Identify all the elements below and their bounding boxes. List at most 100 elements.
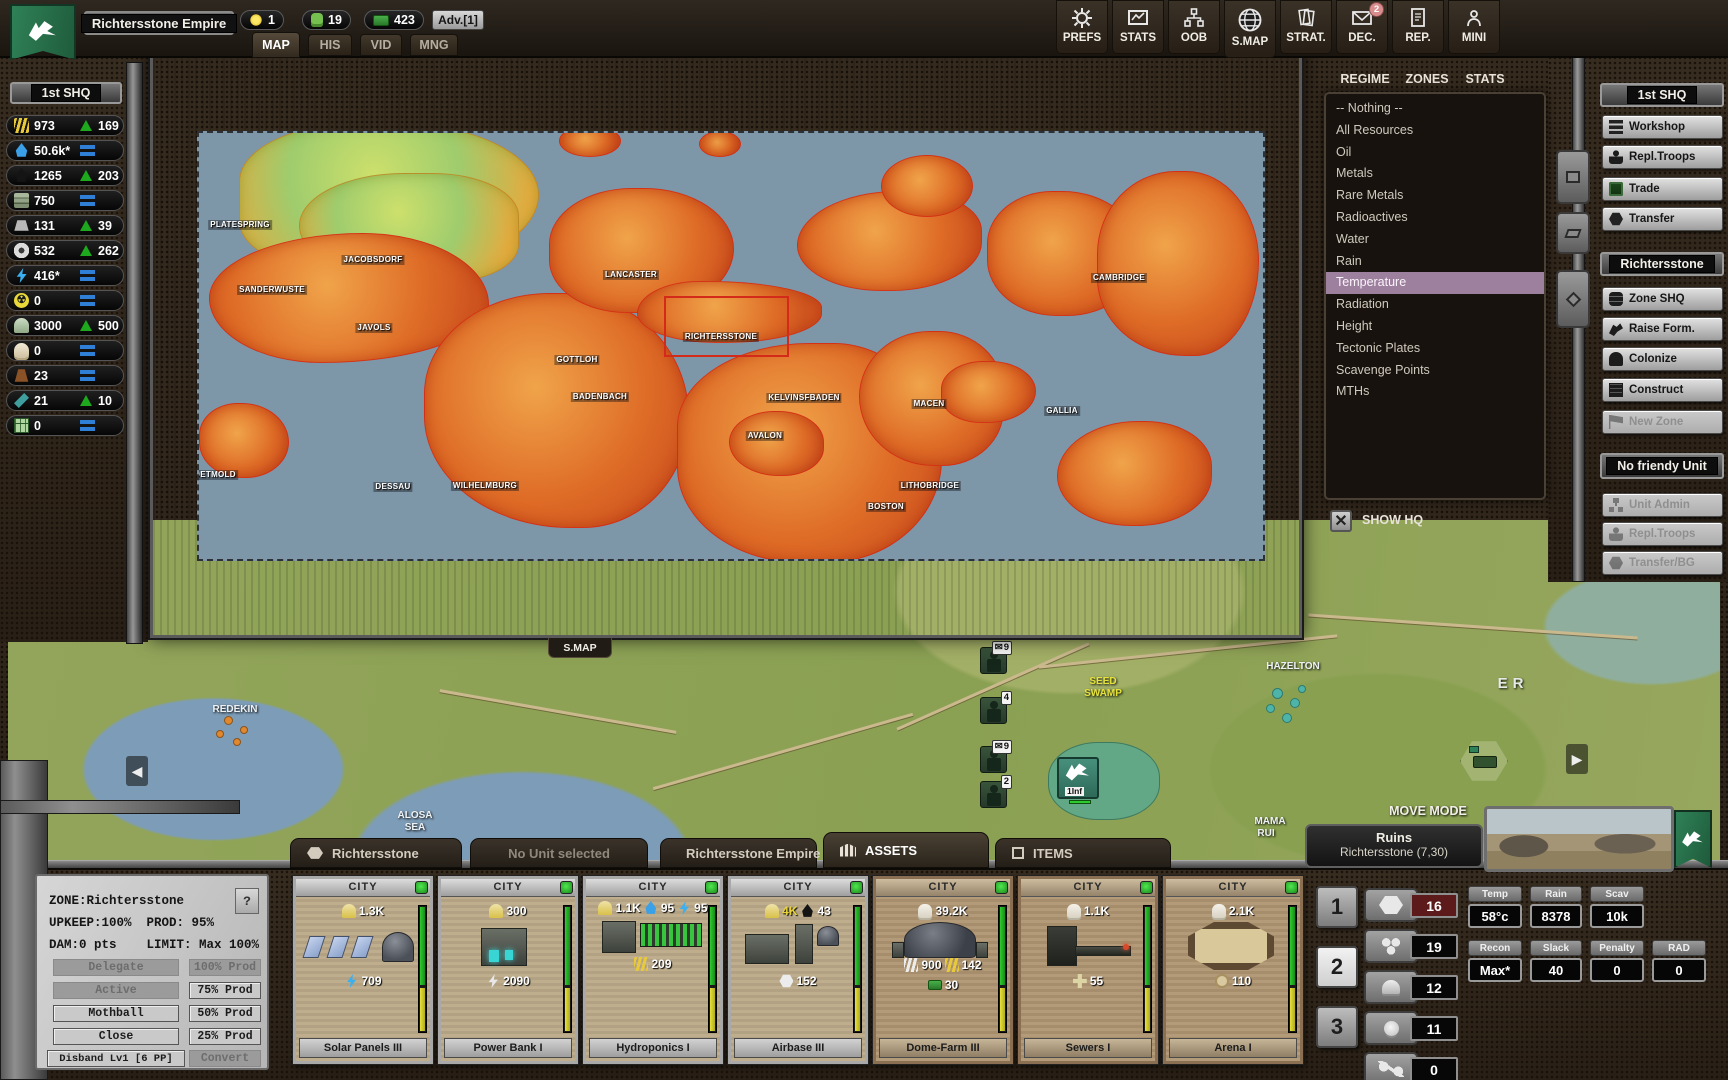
city-label[interactable]: MACEN — [912, 399, 947, 409]
overlay-option[interactable]: -- Nothing -- — [1326, 98, 1544, 120]
mothball-button[interactable]: Mothball — [53, 1005, 179, 1022]
tab-map[interactable]: MAP — [252, 32, 300, 58]
overlay-option[interactable]: Radioactives — [1326, 207, 1544, 229]
tab-mng[interactable]: MNG — [410, 34, 458, 56]
resource-row-food[interactable]: 973169 — [6, 115, 124, 136]
city-label[interactable]: KELVINSFBADEN — [766, 393, 841, 403]
stats-button[interactable]: STATS — [1112, 0, 1164, 54]
hex-level-1-button[interactable]: 1 — [1316, 886, 1358, 928]
overlay-option[interactable]: Height — [1326, 316, 1544, 338]
city-label[interactable]: JACOBSDORF — [341, 255, 404, 265]
city-label[interactable]: JAVOLS — [355, 323, 392, 333]
disband-button[interactable]: Disband Lv1 [6 PP] — [47, 1050, 185, 1067]
overlay-option[interactable]: Oil — [1326, 142, 1544, 164]
transfer-bg-button[interactable]: Transfer/BG — [1602, 551, 1723, 575]
infantry-unit[interactable]: 4 — [980, 697, 1007, 724]
city-label[interactable]: BADENBACH — [571, 392, 629, 402]
hex-level-3-button[interactable]: 3 — [1316, 1006, 1358, 1048]
resource-row-water[interactable]: 50.6k* — [6, 140, 124, 161]
tab-stats[interactable]: STATS — [1460, 70, 1510, 88]
selected-wolf-unit[interactable]: 1Inf — [1057, 757, 1099, 799]
resource-row-recruits[interactable]: 3000500 — [6, 315, 124, 336]
infantry-unit[interactable]: 2 — [980, 781, 1007, 808]
tab-zones[interactable]: ZONES — [1402, 70, 1452, 88]
enemy-zone-unit[interactable] — [1460, 740, 1508, 782]
asset-card-arena[interactable]: CITY 2.1K 110 Arena I — [1163, 876, 1303, 1064]
overlay-option[interactable]: Tectonic Plates — [1326, 338, 1544, 360]
help-button[interactable]: ? — [235, 888, 259, 914]
overlay-option[interactable]: Rare Metals — [1326, 185, 1544, 207]
overlay-option[interactable]: Radiation — [1326, 294, 1544, 316]
empire-flag[interactable] — [10, 4, 76, 60]
smap-window-tab[interactable]: S.MAP — [548, 638, 612, 658]
close-button[interactable]: Close — [53, 1028, 179, 1045]
side-tab-dice[interactable] — [1556, 270, 1590, 328]
convert-button[interactable]: Convert — [189, 1050, 261, 1067]
city-label[interactable]: WILHELMBURG — [451, 481, 519, 491]
tab-his[interactable]: HIS — [308, 34, 352, 56]
resource-row-machines[interactable]: 532262 — [6, 240, 124, 261]
city-label[interactable]: AVALON — [746, 431, 784, 441]
city-label[interactable]: GOTTLOH — [554, 355, 599, 365]
city-label[interactable]: PLATESPRING — [208, 220, 272, 230]
side-tab-screen[interactable] — [1556, 150, 1590, 204]
construct-button[interactable]: Construct — [1602, 378, 1723, 402]
political-points-pill[interactable]: 1 — [240, 10, 284, 30]
new-zone-button[interactable]: New Zone — [1602, 410, 1723, 434]
resource-row-workers[interactable]: 2110 — [6, 390, 124, 411]
overlay-option[interactable]: MTHs — [1326, 381, 1544, 403]
overlay-option-selected[interactable]: Temperature — [1326, 272, 1544, 294]
overlay-option[interactable]: All Resources — [1326, 120, 1544, 142]
tab-items[interactable]: ITEMS — [995, 838, 1171, 868]
tab-regime[interactable]: REGIME — [1336, 70, 1394, 88]
replace-troops-button[interactable]: Repl.Troops — [1602, 145, 1723, 169]
trade-button[interactable]: Trade — [1602, 177, 1723, 201]
decisions-button[interactable]: DEC. 2 — [1336, 0, 1388, 54]
resource-row-rare-metal[interactable]: 13139 — [6, 215, 124, 236]
tab-empire[interactable]: Richtersstone Empire — [660, 838, 817, 868]
tab-no-unit[interactable]: No Unit selected — [470, 838, 648, 868]
prefs-button[interactable]: PREFS — [1056, 0, 1108, 54]
mini-map-button[interactable]: MINI — [1448, 0, 1500, 54]
city-label[interactable]: SANDERWUSTE — [237, 285, 307, 295]
hex-level-2-button[interactable]: 2 — [1316, 946, 1358, 988]
resource-row-metal[interactable]: 750 — [6, 190, 124, 211]
asset-card-sewers[interactable]: CITY 1.1K 55 Sewers I — [1018, 876, 1158, 1064]
resource-row-radioactives[interactable]: ☢0 — [6, 290, 124, 311]
zone-shq-button[interactable]: Zone SHQ — [1602, 287, 1723, 311]
asset-card-dome-farm[interactable]: CITY 39.2K 900 142 30 Dome-Farm III — [873, 876, 1013, 1064]
tab-zone-richtersstone[interactable]: Richtersstone — [290, 838, 462, 868]
raise-formation-button[interactable]: Raise Form. — [1602, 317, 1723, 341]
prod-50-button[interactable]: 50% Prod — [189, 1005, 261, 1022]
city-label[interactable]: LITHOBRIDGE — [899, 481, 961, 491]
tab-vid[interactable]: VID — [360, 34, 402, 56]
colonize-button[interactable]: Colonize — [1602, 347, 1723, 371]
infantry-unit[interactable]: ✉9 — [980, 746, 1007, 773]
credits-pill[interactable]: 423 — [364, 10, 424, 30]
transfer-button[interactable]: Transfer — [1602, 207, 1723, 231]
city-label[interactable]: BOSTON — [866, 502, 906, 512]
overlay-option[interactable]: Rain — [1326, 251, 1544, 273]
overlay-option[interactable]: Metals — [1326, 163, 1544, 185]
resource-row-energy[interactable]: 416* — [6, 265, 124, 286]
fate-points-pill[interactable]: 19 — [302, 10, 351, 30]
oob-button[interactable]: OOB — [1168, 0, 1220, 54]
scroll-left-arrow[interactable]: ◀ — [126, 756, 148, 786]
side-tab-layers[interactable] — [1556, 212, 1590, 254]
city-label[interactable]: GALLIA — [1044, 406, 1080, 416]
asset-card-solar-panels[interactable]: CITY 1.3K 709 Solar Panels III — [293, 876, 433, 1064]
delegate-button[interactable]: Delegate — [53, 959, 179, 976]
strategic-map[interactable]: PLATESPRING JACOBSDORF SANDERWUSTE LANCA… — [197, 131, 1265, 561]
city-label[interactable]: LANCASTER — [603, 270, 659, 280]
asset-card-hydroponics[interactable]: CITY 1.1K 95 95 209 Hydroponics I — [583, 876, 723, 1064]
asset-card-power-bank[interactable]: CITY 300 2090 Power Bank I — [438, 876, 578, 1064]
replace-troops-unit-button[interactable]: Repl.Troops — [1602, 522, 1723, 546]
strat-button[interactable]: STRAT. — [1280, 0, 1332, 54]
prod-25-button[interactable]: 25% Prod — [189, 1028, 261, 1045]
shq-header[interactable]: 1st SHQ — [10, 82, 122, 104]
active-button[interactable]: Active — [53, 982, 179, 999]
city-label[interactable]: DETMOLD — [197, 470, 238, 480]
unit-admin-button[interactable]: Unit Admin — [1602, 493, 1723, 517]
reports-button[interactable]: REP. — [1392, 0, 1444, 54]
prod-100-button[interactable]: 100% Prod — [189, 959, 261, 976]
